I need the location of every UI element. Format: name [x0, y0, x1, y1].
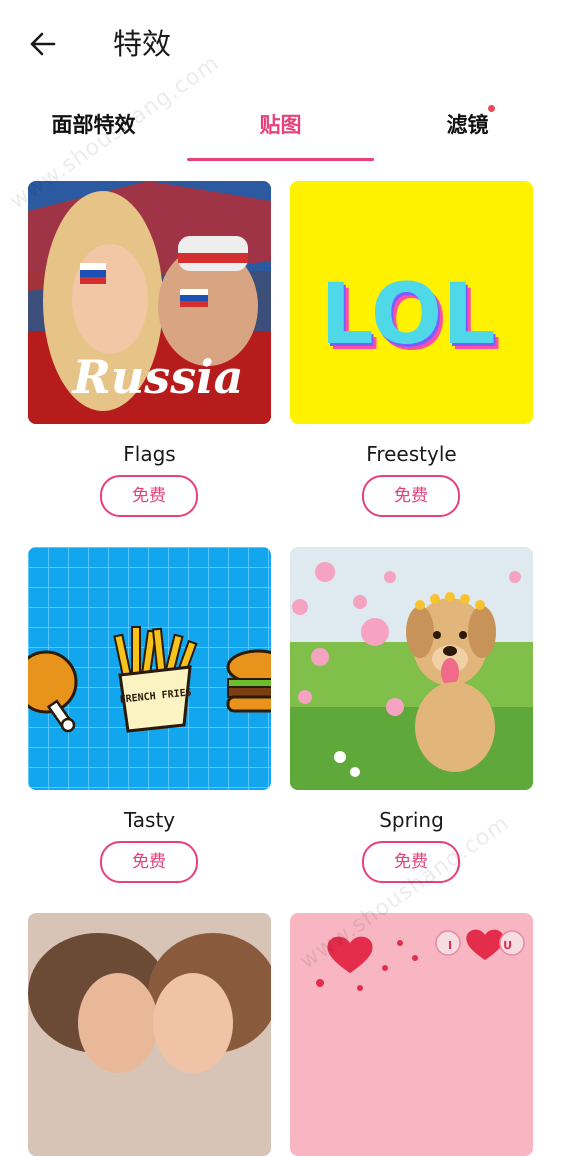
tab-stickers[interactable]: 贴图 [187, 108, 374, 142]
new-badge-dot [488, 105, 495, 112]
page-title: 特效 [113, 27, 172, 61]
back-arrow-icon[interactable] [24, 24, 64, 64]
top-bar: 特效 [0, 0, 561, 90]
free-button[interactable]: 免费 [362, 841, 460, 883]
sticker-thumbnail-hearts[interactable]: I U [290, 913, 533, 1156]
tab-filters[interactable]: 滤镜 [374, 108, 561, 142]
sticker-thumbnail-tasty[interactable]: FRENCH FRIES [28, 547, 271, 790]
sticker-image-text: LOL [320, 265, 495, 363]
tab-bar: 面部特效 贴图 滤镜 [0, 100, 561, 164]
tab-face-effects[interactable]: 面部特效 [0, 108, 187, 142]
free-button[interactable]: 免费 [100, 841, 198, 883]
free-button[interactable]: 免费 [100, 475, 198, 517]
sticker-name: Freestyle [366, 442, 457, 466]
sticker-thumbnail-flags[interactable]: Russia [28, 181, 271, 424]
active-tab-indicator [187, 158, 374, 161]
sticker-name: Spring [379, 808, 444, 832]
free-button[interactable]: 免费 [362, 475, 460, 517]
sticker-thumbnail-spring[interactable] [290, 547, 533, 790]
sticker-thumbnail-freestyle[interactable]: LOL LOL LOL [290, 181, 533, 424]
sticker-image-text: Russia [71, 350, 244, 404]
sticker-name: Tasty [123, 808, 176, 832]
sticker-name: Flags [123, 442, 176, 466]
sticker-thumbnail-couple[interactable] [28, 913, 271, 1156]
